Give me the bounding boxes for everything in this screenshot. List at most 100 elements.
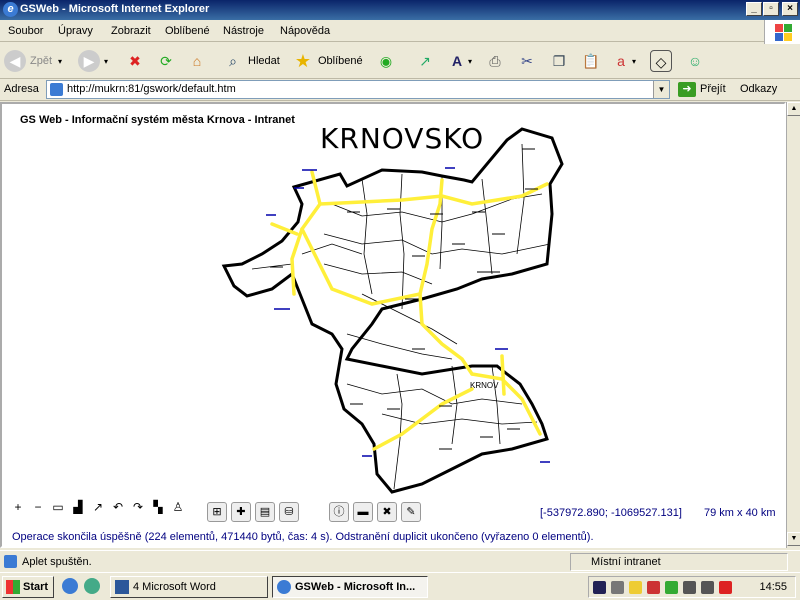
tray-icon-3[interactable] (629, 581, 642, 594)
back-button[interactable]: ◀ Zpět ▾ (4, 49, 62, 73)
scissors-icon: ✂ (521, 53, 533, 69)
chevron-down-icon[interactable]: ▾ (468, 57, 472, 66)
word-icon (115, 580, 129, 594)
map-toolbar: + − ▭ ▟ ↗ ↶ ↷ ▚ ♙ (10, 499, 186, 519)
windows-flag-icon (6, 580, 20, 594)
status-bar: Aplet spuštěn. Místní intranet (0, 550, 800, 572)
ie-window: e GSWeb - Microsoft Internet Explorer _ … (0, 0, 800, 600)
back-arrow-icon: ◀ (4, 50, 26, 72)
refresh-icon: ⟳ (160, 53, 172, 69)
tray-icon-5[interactable] (665, 581, 678, 594)
menu-upravy[interactable]: Úpravy (58, 25, 93, 37)
zoom-out-icon[interactable]: − (30, 499, 46, 515)
stop-icon: ✖ (129, 53, 141, 69)
menu-oblibene[interactable]: Oblíbené (165, 25, 210, 37)
tray-icon-6[interactable] (683, 581, 696, 594)
erase-icon[interactable]: ✖ (377, 502, 397, 522)
task-gsweb[interactable]: GSWeb - Microsoft In... (272, 576, 428, 598)
district-map[interactable]: KRNOV (2, 104, 788, 504)
print-button[interactable]: ⎙ (484, 49, 506, 73)
tray-icon-2[interactable] (611, 581, 624, 594)
go-arrow-icon[interactable]: ➜ (678, 82, 696, 97)
add-layer-icon[interactable]: ✚ (231, 502, 251, 522)
copy-icon: ❐ (552, 53, 566, 69)
ie-quicklaunch-icon[interactable] (62, 578, 78, 594)
chevron-down-icon[interactable]: ▾ (632, 57, 636, 66)
page-content: GS Web - Informační systém města Krnova … (0, 102, 786, 548)
paste-icon: 📋 (582, 53, 600, 69)
lock-icon[interactable]: ♙ (170, 499, 186, 515)
info-icon[interactable]: ⓘ (329, 502, 349, 522)
system-tray: 14:55 (588, 576, 796, 598)
task-word[interactable]: 4 Microsoft Word (110, 576, 268, 598)
status-text: Aplet spuštěn. (22, 556, 92, 568)
stop-button[interactable]: ✖ (124, 49, 146, 73)
measure-icon[interactable]: ▬ (353, 502, 373, 522)
favorites-button[interactable]: ★ Oblíbené (292, 49, 363, 73)
copy-button[interactable]: ❐ (548, 49, 570, 73)
redo-icon[interactable]: ↷ (130, 499, 146, 515)
paste-button[interactable]: 📋 (580, 49, 602, 73)
scroll-up-icon[interactable]: ▲ (787, 102, 800, 116)
font-button[interactable]: A ▾ (446, 49, 472, 73)
media-button[interactable]: ◉ (375, 49, 397, 73)
tray-icon-1[interactable] (593, 581, 606, 594)
full-extent-icon[interactable]: ▭ (50, 499, 66, 515)
taskbar: Start 4 Microsoft Word GSWeb - Microsoft… (0, 572, 800, 600)
edit-icon: ◇ (650, 50, 672, 72)
home-button[interactable]: ⌂ (186, 49, 208, 73)
pen-icon[interactable]: ✎ (401, 502, 421, 522)
address-bar: Adresa http://mukrn:81/gswork/default.ht… (0, 79, 800, 101)
go-button[interactable]: Přejít (700, 83, 726, 95)
tray-icon-8[interactable] (719, 581, 732, 594)
undo-icon[interactable]: ↶ (110, 499, 126, 515)
menu-napoveda[interactable]: Nápověda (280, 25, 330, 37)
cut-button[interactable]: ✂ (516, 49, 538, 73)
links-button[interactable]: Odkazy (740, 83, 777, 95)
pointer-icon[interactable]: ↗ (90, 499, 106, 515)
tray-icon-7[interactable] (701, 581, 714, 594)
maximize-button[interactable]: ▫ (763, 2, 779, 16)
messenger-icon: ☺ (687, 53, 703, 69)
ie-icon: e (3, 2, 18, 17)
menu-soubor[interactable]: Soubor (8, 25, 43, 37)
history-button[interactable]: ↗ (414, 49, 436, 73)
city-label-krnov: KRNOV (470, 381, 499, 390)
coordinate-readout: [-537972.890; -1069527.131] (540, 507, 682, 519)
chart-icon[interactable]: ▟ (70, 499, 86, 515)
print-icon: ⎙ (489, 53, 501, 69)
document-icon[interactable]: ▤ (255, 502, 275, 522)
media-icon: ◉ (379, 53, 393, 69)
close-button[interactable]: × (782, 2, 798, 16)
scale-readout: 79 km x 40 km (704, 507, 776, 519)
encoding-icon: a (617, 53, 625, 69)
start-button[interactable]: Start (2, 576, 54, 598)
chevron-down-icon[interactable]: ▾ (104, 57, 108, 66)
address-input[interactable]: http://mukrn:81/gswork/default.htm ▼ (46, 80, 670, 99)
page-status-icon (4, 555, 17, 568)
encoding-button[interactable]: a ▾ (610, 49, 636, 73)
history-icon: ↗ (419, 53, 431, 69)
refresh-button[interactable]: ⟳ (155, 49, 177, 73)
vertical-scrollbar[interactable]: ▲ ▼ (786, 102, 800, 548)
address-dropdown-icon[interactable]: ▼ (653, 81, 669, 98)
desktop-quicklaunch-icon[interactable] (84, 578, 100, 594)
windows-logo-icon (764, 20, 800, 44)
minimize-button[interactable]: _ (746, 2, 762, 16)
messenger-button[interactable]: ☺ (684, 49, 706, 73)
security-zone: Místní intranet (570, 553, 788, 571)
edit-button[interactable]: ◇ (650, 49, 672, 73)
menu-bar: Soubor Úpravy Zobrazit Oblíbené Nástroje… (0, 20, 800, 42)
forward-button[interactable]: ▶ ▾ (78, 49, 108, 73)
search-button[interactable]: ⌕ Hledat (222, 49, 280, 73)
zoom-in-icon[interactable]: + (10, 499, 26, 515)
layers-icon[interactable]: ⊞ (207, 502, 227, 522)
database-icon[interactable]: ⛁ (279, 502, 299, 522)
menu-nastroje[interactable]: Nástroje (223, 25, 264, 37)
chevron-down-icon[interactable]: ▾ (58, 57, 62, 66)
clock: 14:55 (759, 581, 787, 593)
tray-icon-4[interactable] (647, 581, 660, 594)
menu-zobrazit[interactable]: Zobrazit (111, 25, 151, 37)
select-icon[interactable]: ▚ (150, 499, 166, 515)
scroll-down-icon[interactable]: ▼ (787, 532, 800, 546)
